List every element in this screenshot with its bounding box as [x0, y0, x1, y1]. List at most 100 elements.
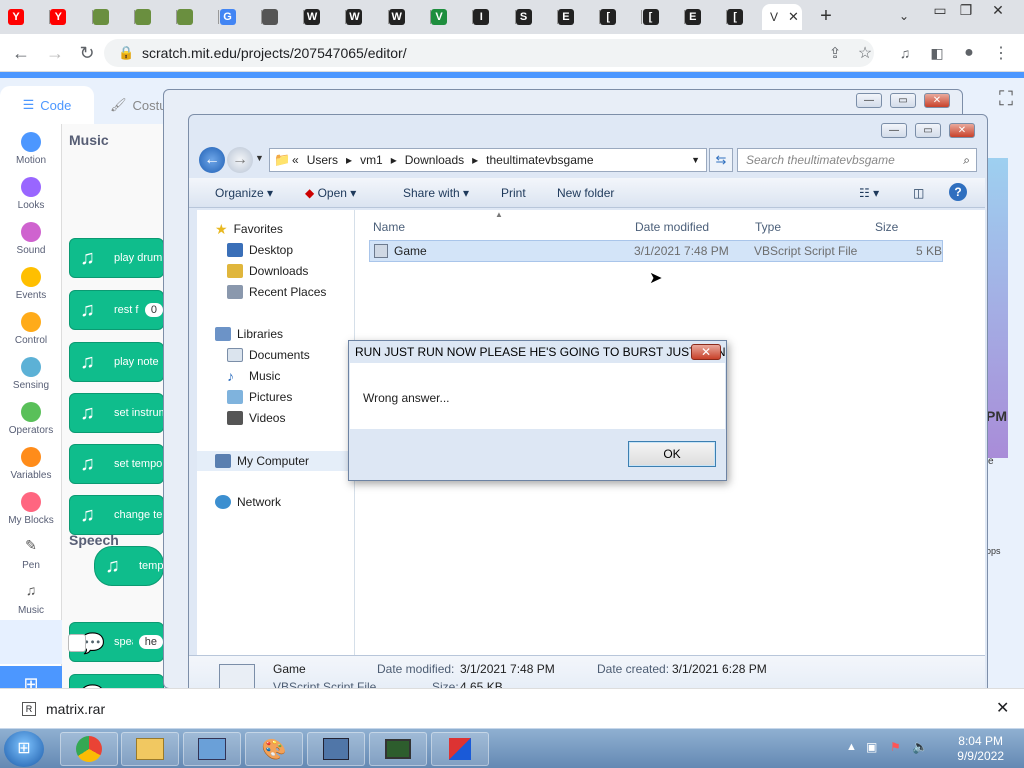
volume-icon[interactable]: 🔈 — [912, 739, 928, 755]
category-events[interactable]: Events — [0, 267, 62, 301]
nav-desktop[interactable]: Desktop — [227, 241, 293, 259]
chrome-taskbar-icon[interactable] — [60, 732, 118, 766]
browser-tab[interactable] — [92, 4, 135, 30]
palette-block[interactable]: ♫ play note — [69, 342, 164, 382]
nav-favorites[interactable]: ★ Favorites — [215, 220, 283, 238]
browser-tab[interactable] — [177, 4, 220, 30]
minimize-window-icon[interactable]: ▭ — [926, 0, 954, 24]
palette-block[interactable]: ♫ temp — [94, 546, 164, 586]
monitor-taskbar-icon[interactable] — [369, 732, 427, 766]
forward-arrow-icon[interactable]: → — [227, 147, 253, 173]
nav-documents[interactable]: Documents — [227, 346, 310, 364]
minimize-icon[interactable]: — — [881, 123, 907, 138]
tempo-checkbox[interactable] — [68, 634, 86, 652]
address-dropdown-icon[interactable]: ▼ — [691, 155, 700, 165]
palette-block[interactable]: ♫ play drum — [69, 238, 164, 278]
block-input[interactable]: he — [138, 635, 163, 649]
tab-search-chevron-icon[interactable]: ⌄ — [890, 2, 918, 30]
browser-tab[interactable]: Y — [50, 4, 93, 30]
close-icon[interactable]: ✕ — [949, 123, 975, 138]
browser-tab[interactable] — [134, 4, 178, 30]
fullscreen-icon[interactable]: ⛶ — [988, 88, 1024, 128]
download-item[interactable]: R matrix.rar — [22, 691, 105, 727]
share-icon[interactable]: ⇪ — [822, 40, 848, 66]
bookmark-star-icon[interactable]: ☆ — [852, 40, 878, 66]
column-date[interactable]: Date modified — [635, 220, 709, 234]
help-icon[interactable]: ? — [949, 183, 967, 201]
close-tab-icon[interactable]: ✕ — [788, 9, 799, 25]
code-tab[interactable]: ☰ Code — [0, 86, 94, 124]
breadcrumb-users[interactable]: Users — [307, 153, 338, 167]
category-pen[interactable]: ✎ Pen — [0, 537, 62, 571]
column-type[interactable]: Type — [755, 220, 781, 234]
media-icon[interactable]: ♫ — [892, 40, 918, 66]
browser-tab[interactable]: [ — [600, 4, 643, 30]
breadcrumb-overflow[interactable]: « — [292, 153, 299, 167]
view-options-icon[interactable]: ☷ ▾ — [859, 186, 879, 200]
breadcrumb-current[interactable]: theultimatevbsgame — [486, 153, 593, 167]
palette-block[interactable]: ♫ change ter — [69, 495, 164, 535]
breadcrumb[interactable]: 📁 « Users ▸ vm1 ▸ Downloads ▸ theultimatevb… — [269, 148, 707, 172]
nav-network[interactable]: Network — [215, 493, 281, 511]
address-bar[interactable]: 🔒 scratch.mit.edu/projects/207547065/edi… — [104, 39, 874, 67]
restore-window-icon[interactable]: ❐ — [952, 0, 980, 24]
paint-taskbar-icon[interactable]: 🎨 — [245, 732, 303, 766]
breadcrumb-downloads[interactable]: Downloads — [405, 153, 464, 167]
browser-tab[interactable]: [ — [642, 4, 685, 30]
browser-tab[interactable]: S — [515, 4, 558, 30]
palette-block[interactable]: ♫ rest for 0 — [69, 290, 164, 330]
category-control[interactable]: Control — [0, 312, 62, 346]
nav-music[interactable]: ♪ Music — [227, 367, 280, 385]
start-button-icon[interactable]: ⊞ — [4, 731, 44, 767]
tray-chevron-icon[interactable]: ▲ — [846, 741, 857, 753]
palette-block[interactable]: ♫ set instrum — [69, 393, 164, 433]
bg-maximize-icon[interactable]: ▭ — [890, 93, 916, 108]
browser-tab[interactable]: G — [219, 4, 262, 30]
browser-tab[interactable]: W — [388, 4, 431, 30]
side-panel-icon[interactable]: ◧ — [924, 40, 950, 66]
reload-icon[interactable]: ↻ — [74, 40, 100, 66]
app-cube-taskbar-icon[interactable] — [431, 732, 489, 766]
browser-tab[interactable]: Y — [8, 4, 51, 30]
browser-tab[interactable]: W — [346, 4, 389, 30]
new-tab-button[interactable]: + — [812, 2, 840, 30]
maximize-icon[interactable]: ▭ — [915, 123, 941, 138]
column-size[interactable]: Size — [875, 220, 898, 234]
active-tab[interactable]: V ✕ — [762, 4, 802, 30]
network-taskbar-icon[interactable] — [307, 732, 365, 766]
category-looks[interactable]: Looks — [0, 177, 62, 211]
browser-tab[interactable]: E — [684, 4, 728, 30]
bg-minimize-icon[interactable]: — — [856, 93, 882, 108]
tray-flag-icon[interactable]: ⚑ — [890, 740, 901, 754]
browser-tab[interactable]: I — [473, 4, 516, 30]
breadcrumb-vm1[interactable]: vm1 — [360, 153, 383, 167]
browser-tab[interactable]: E — [557, 4, 601, 30]
ok-button[interactable]: OK — [628, 441, 716, 467]
costumes-tab[interactable]: 🖌 Costu — [96, 86, 166, 124]
print-button[interactable]: Print — [501, 186, 526, 200]
nav-pictures[interactable]: Pictures — [227, 388, 292, 406]
category-variables[interactable]: Variables — [0, 447, 62, 481]
refresh-icon[interactable]: ⇆ — [709, 148, 733, 172]
recent-pages-chevron-icon[interactable]: ▼ — [255, 153, 264, 163]
preview-pane-icon[interactable]: ◫ — [913, 186, 924, 200]
category-operators[interactable]: Operators — [0, 402, 62, 436]
explorer-taskbar-icon[interactable] — [121, 732, 179, 766]
share-with-button[interactable]: Share with ▾ — [403, 186, 469, 200]
column-name[interactable]: Name — [373, 220, 405, 234]
category-music[interactable]: ♫ Music — [0, 582, 62, 616]
nav-downloads[interactable]: Downloads — [227, 262, 308, 280]
close-window-icon[interactable]: ✕ — [984, 0, 1012, 24]
open-button[interactable]: ◆ Open ▾ — [305, 186, 356, 200]
category-sensing[interactable]: Sensing — [0, 357, 62, 391]
control-panel-taskbar-icon[interactable] — [183, 732, 241, 766]
browser-tab[interactable]: V — [431, 4, 474, 30]
nav-libraries[interactable]: Libraries — [215, 325, 283, 343]
forward-icon[interactable]: → — [42, 40, 68, 66]
browser-tab[interactable] — [261, 4, 305, 30]
new-folder-button[interactable]: New folder — [557, 186, 614, 200]
menu-kebab-icon[interactable]: ⋮ — [988, 40, 1014, 66]
category-sound[interactable]: Sound — [0, 222, 62, 256]
bg-close-icon[interactable]: ✕ — [924, 93, 950, 108]
file-row-game[interactable]: Game 3/1/2021 7:48 PM VBScript Script Fi… — [369, 240, 943, 262]
